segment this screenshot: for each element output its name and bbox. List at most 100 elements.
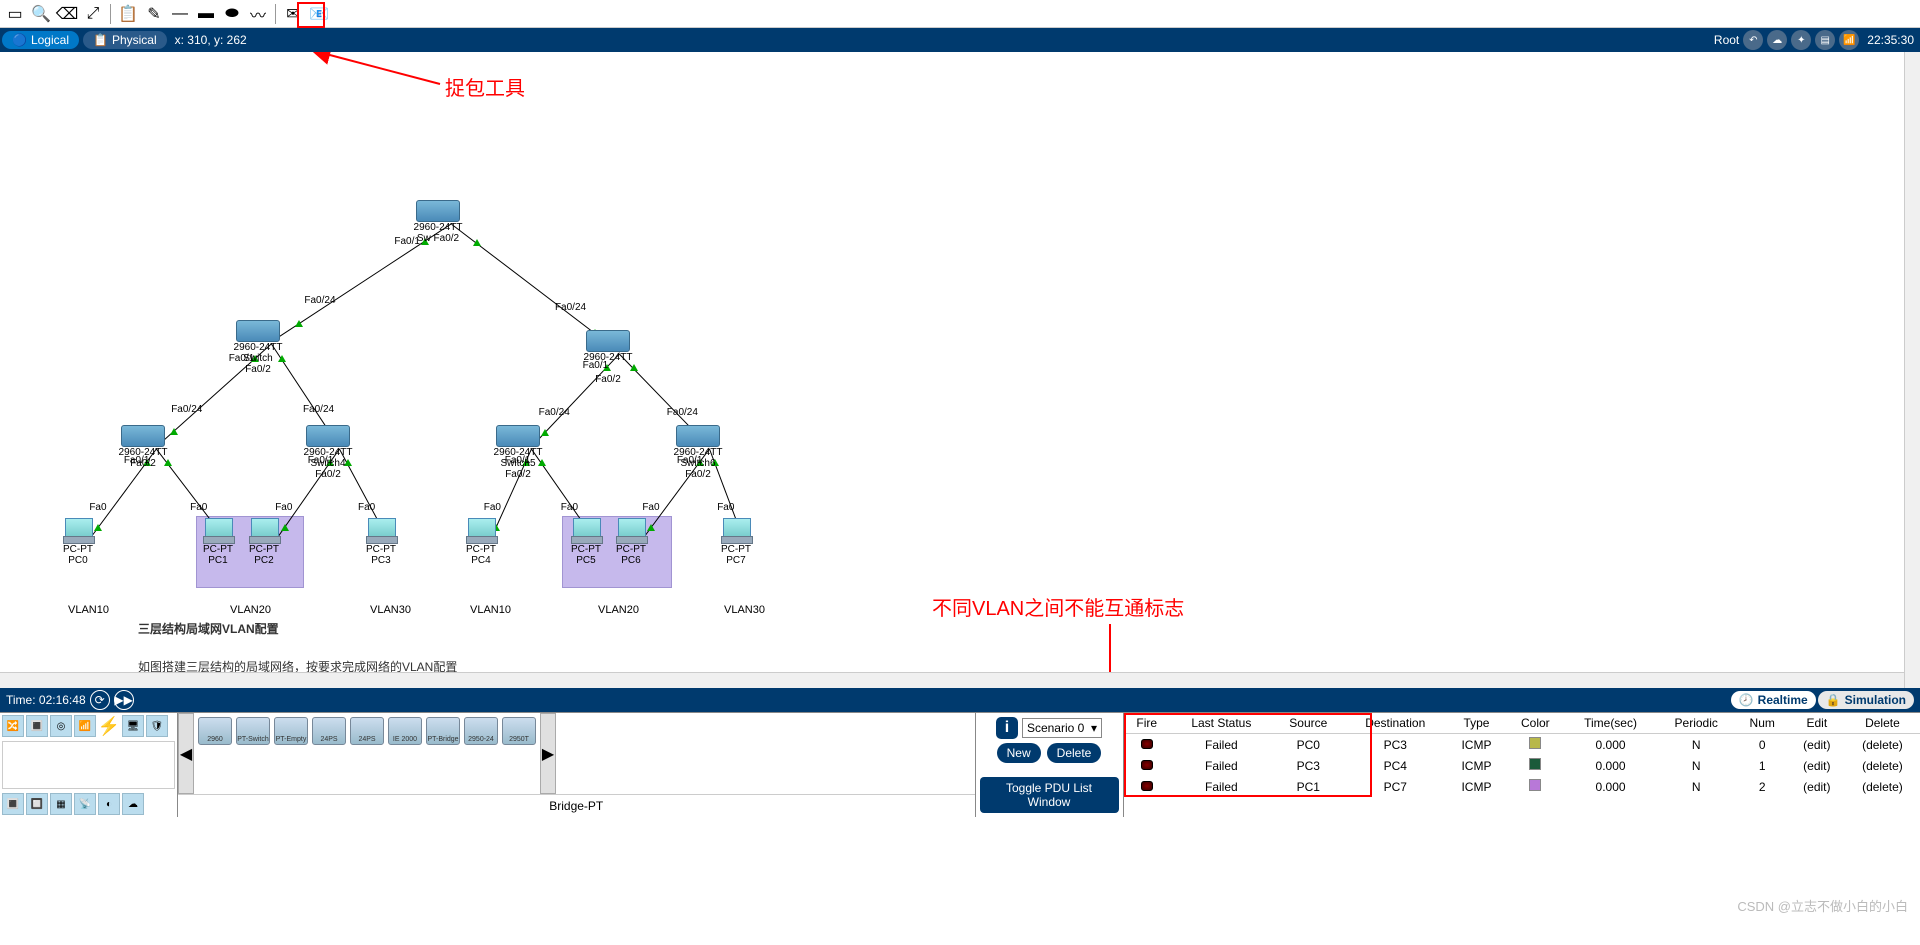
- pdu-row[interactable]: FailedPC3PC4ICMP0.000N1(edit)(delete): [1124, 755, 1920, 776]
- scenario-dropdown[interactable]: Scenario 0 ▾: [1022, 718, 1102, 738]
- time-cell: 0.000: [1564, 734, 1656, 756]
- edit-cell[interactable]: (edit): [1789, 755, 1845, 776]
- realtime-mode-button[interactable]: 🕗 Realtime: [1731, 691, 1816, 709]
- periodic-cell: N: [1657, 734, 1736, 756]
- nav-back-icon[interactable]: ↶: [1743, 30, 1763, 50]
- device-label: 2960-24TTFa0/2: [576, 352, 640, 385]
- pc-device[interactable]: PC-PTPC7: [714, 518, 758, 566]
- category-end-icon[interactable]: 🖥: [122, 715, 144, 737]
- delete-tool-icon[interactable]: ⌫: [56, 3, 78, 25]
- port-label: Fa0: [642, 502, 659, 513]
- category-switch-icon[interactable]: 🔳: [26, 715, 48, 737]
- compass-icon[interactable]: ✦: [1791, 30, 1811, 50]
- physical-tab[interactable]: 📋 Physical: [83, 31, 167, 49]
- power-cycle-icon[interactable]: ⟳: [90, 690, 110, 710]
- device-thumb[interactable]: 24PS: [312, 717, 346, 745]
- edit-cell[interactable]: (edit): [1789, 734, 1845, 756]
- pc-device[interactable]: PC-PTPC6: [609, 518, 653, 566]
- device-label: PC-PTPC6: [609, 544, 653, 566]
- device-thumb[interactable]: 2950T: [502, 717, 536, 745]
- switch-device[interactable]: 2960-24TTSwitchFa0/2: [226, 320, 290, 375]
- pc-icon: [203, 518, 233, 544]
- horizontal-scrollbar[interactable]: [0, 672, 1904, 688]
- device-scroll-right[interactable]: ▶: [540, 713, 556, 794]
- layers-icon[interactable]: ▤: [1815, 30, 1835, 50]
- toggle-pdu-list-button[interactable]: Toggle PDU List Window: [980, 777, 1119, 813]
- category-router-icon[interactable]: 🔀: [2, 715, 24, 737]
- line-tool-icon[interactable]: —: [169, 3, 191, 25]
- edit-cell[interactable]: (edit): [1789, 776, 1845, 797]
- pencil-tool-icon[interactable]: ✎: [143, 3, 165, 25]
- fire-cell[interactable]: [1124, 755, 1171, 776]
- pdu-header-cell: Type: [1447, 713, 1507, 734]
- pc-icon: [249, 518, 279, 544]
- category-hub-icon[interactable]: ◎: [50, 715, 72, 737]
- subcat-1-icon[interactable]: 🔳: [2, 793, 24, 815]
- pdu-header-cell: Source: [1273, 713, 1344, 734]
- device-thumb[interactable]: 2960: [198, 717, 232, 745]
- new-scenario-button[interactable]: New: [997, 743, 1041, 763]
- delete-cell[interactable]: (delete): [1845, 755, 1920, 776]
- switch-device[interactable]: 2960-24TTSw Fa0/2: [406, 200, 470, 244]
- delete-scenario-button[interactable]: Delete: [1047, 743, 1102, 763]
- pc-icon: [571, 518, 601, 544]
- logical-tab[interactable]: 🔵 Logical: [2, 31, 79, 49]
- switch-device[interactable]: 2960-24TTSwitch6Fa0/2: [666, 425, 730, 480]
- device-thumb[interactable]: PT-Empty: [274, 717, 308, 745]
- time-label: Time:: [6, 693, 36, 707]
- rect-tool-icon[interactable]: ▬: [195, 3, 217, 25]
- resize-tool-icon[interactable]: ⤢: [82, 3, 104, 25]
- subcat-6-icon[interactable]: ☁: [122, 793, 144, 815]
- device-label: 2960-24TTSwitch4Fa0/2: [296, 447, 360, 480]
- category-connections-icon[interactable]: ⚡: [98, 715, 120, 737]
- switch-device[interactable]: 2960-24TTFa0/2: [111, 425, 175, 469]
- pc-device[interactable]: PC-PTPC0: [56, 518, 100, 566]
- switch-device[interactable]: 2960-24TTSwitch4Fa0/2: [296, 425, 360, 480]
- pc-device[interactable]: PC-PTPC5: [564, 518, 608, 566]
- pc-device[interactable]: PC-PTPC2: [242, 518, 286, 566]
- category-wireless-icon[interactable]: 📶: [74, 715, 96, 737]
- port-label: Fa0/24: [304, 295, 335, 306]
- device-thumb[interactable]: PT-Switch: [236, 717, 270, 745]
- subcat-5-icon[interactable]: ◐: [98, 793, 120, 815]
- fast-forward-icon[interactable]: ▶▶: [114, 690, 134, 710]
- simulation-mode-button[interactable]: 🔒 Simulation: [1818, 691, 1914, 709]
- pc-device[interactable]: PC-PTPC1: [196, 518, 240, 566]
- oval-tool-icon[interactable]: ⬬: [221, 3, 243, 25]
- subcat-2-icon[interactable]: 🔲: [26, 793, 48, 815]
- add-simple-pdu-icon[interactable]: ✉: [282, 3, 304, 25]
- pdu-row[interactable]: FailedPC1PC7ICMP0.000N2(edit)(delete): [1124, 776, 1920, 797]
- add-complex-pdu-icon[interactable]: 📧: [308, 3, 330, 25]
- fire-cell[interactable]: [1124, 734, 1171, 756]
- device-scroll-left[interactable]: ◀: [178, 713, 194, 794]
- subcat-3-icon[interactable]: ▦: [50, 793, 72, 815]
- info-button[interactable]: i: [996, 717, 1018, 739]
- device-thumb[interactable]: PT-Bridge: [426, 717, 460, 745]
- note-tool-icon[interactable]: 📋: [117, 3, 139, 25]
- category-security-icon[interactable]: 🛡: [146, 715, 168, 737]
- env-icon[interactable]: ☁: [1767, 30, 1787, 50]
- device-thumb[interactable]: IE 2000: [388, 717, 422, 745]
- pc-icon: [466, 518, 496, 544]
- delete-cell[interactable]: (delete): [1845, 776, 1920, 797]
- device-thumb[interactable]: 2950-24: [464, 717, 498, 745]
- freeform-tool-icon[interactable]: 〰: [247, 3, 269, 25]
- vertical-scrollbar[interactable]: [1904, 52, 1920, 688]
- pc-icon: [366, 518, 396, 544]
- device-thumb[interactable]: 24PS: [350, 717, 384, 745]
- workspace-canvas[interactable]: 捉包工具 Fa0/1Fa0/24Fa0/24Fa0/1Fa0/24Fa0/24F…: [0, 52, 1920, 688]
- zoom-tool-icon[interactable]: 🔍: [30, 3, 52, 25]
- pdu-header-cell: Edit: [1789, 713, 1845, 734]
- subcat-4-icon[interactable]: 📡: [74, 793, 96, 815]
- pdu-row[interactable]: FailedPC0PC3ICMP0.000N0(edit)(delete): [1124, 734, 1920, 756]
- scenario-value: Scenario 0: [1027, 721, 1084, 735]
- switch-device[interactable]: 2960-24TTSwitch5Fa0/2: [486, 425, 550, 480]
- switch-device[interactable]: 2960-24TTFa0/2: [576, 330, 640, 385]
- select-tool-icon[interactable]: ▭: [4, 3, 26, 25]
- pc-device[interactable]: PC-PTPC4: [459, 518, 503, 566]
- fire-cell[interactable]: [1124, 776, 1171, 797]
- pc-device[interactable]: PC-PTPC3: [359, 518, 403, 566]
- delete-cell[interactable]: (delete): [1845, 734, 1920, 756]
- root-button[interactable]: Root: [1714, 33, 1739, 47]
- wireless-icon[interactable]: 📶: [1839, 30, 1859, 50]
